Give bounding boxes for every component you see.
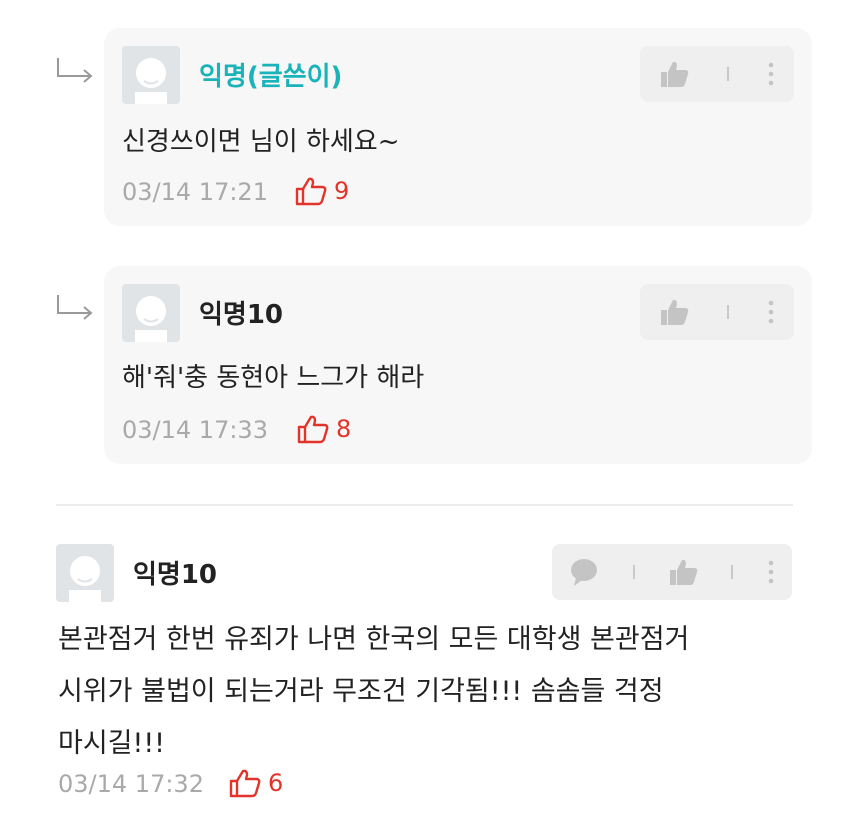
like-count-group: 6 — [228, 768, 283, 798]
thumb-up-outline-icon — [297, 415, 329, 444]
author-name[interactable]: 익명10 — [199, 300, 283, 330]
like-count-group: 9 — [294, 176, 349, 206]
comment-action-box — [552, 544, 792, 600]
default-avatar-icon[interactable] — [122, 46, 180, 104]
default-avatar-icon[interactable] — [56, 544, 114, 602]
comment-timestamp: 03/14 17:33 — [122, 416, 268, 444]
reply-card: 익명(글쓴이) 신경쓰이면 님이 하세요~ 03/14 17:21 9 — [104, 28, 812, 226]
thumb-up-outline-icon — [229, 769, 261, 798]
action-divider — [726, 305, 729, 319]
comment-divider — [56, 504, 793, 506]
comment-timestamp: 03/14 17:21 — [122, 178, 268, 206]
comment-text: 신경쓰이면 님이 하세요~ — [122, 127, 400, 157]
reply-arrow-icon — [57, 295, 93, 320]
action-divider — [731, 565, 734, 579]
action-divider — [726, 67, 729, 81]
like-count: 8 — [336, 415, 352, 443]
author-name[interactable]: 익명10 — [133, 560, 217, 590]
reply-card: 익명10 해'줘'충 동현아 느그가 해라 03/14 17:33 8 — [104, 266, 812, 464]
more-vertical-icon[interactable] — [766, 60, 776, 88]
comment-text: 해'줘'충 동현아 느그가 해라 — [122, 363, 425, 393]
thumb-up-icon[interactable] — [658, 296, 690, 328]
comment-action-box — [640, 46, 794, 102]
reply-arrow-icon — [57, 58, 93, 83]
more-vertical-icon[interactable] — [766, 298, 776, 326]
like-count: 6 — [268, 769, 284, 797]
author-name[interactable]: 익명(글쓴이) — [199, 62, 342, 92]
more-vertical-icon[interactable] — [766, 558, 776, 586]
comment-text-line: 마시길!!! — [58, 728, 165, 759]
comment-text-line: 시위가 불법이 되는거라 무조건 기각됨!!! 솜솜들 걱정 — [58, 676, 664, 707]
comment-text-line: 본관점거 한번 유죄가 나면 한국의 모든 대학생 본관점거 — [58, 624, 690, 655]
thumb-up-outline-icon — [295, 177, 327, 206]
speech-bubble-icon[interactable] — [568, 556, 600, 588]
comment-timestamp: 03/14 17:32 — [58, 770, 204, 798]
thumb-up-icon[interactable] — [667, 556, 699, 588]
thumb-up-icon[interactable] — [658, 58, 690, 90]
like-count: 9 — [334, 177, 350, 205]
action-divider — [632, 565, 635, 579]
comment-action-box — [640, 284, 794, 340]
like-count-group: 8 — [296, 414, 351, 444]
default-avatar-icon[interactable] — [122, 284, 180, 342]
